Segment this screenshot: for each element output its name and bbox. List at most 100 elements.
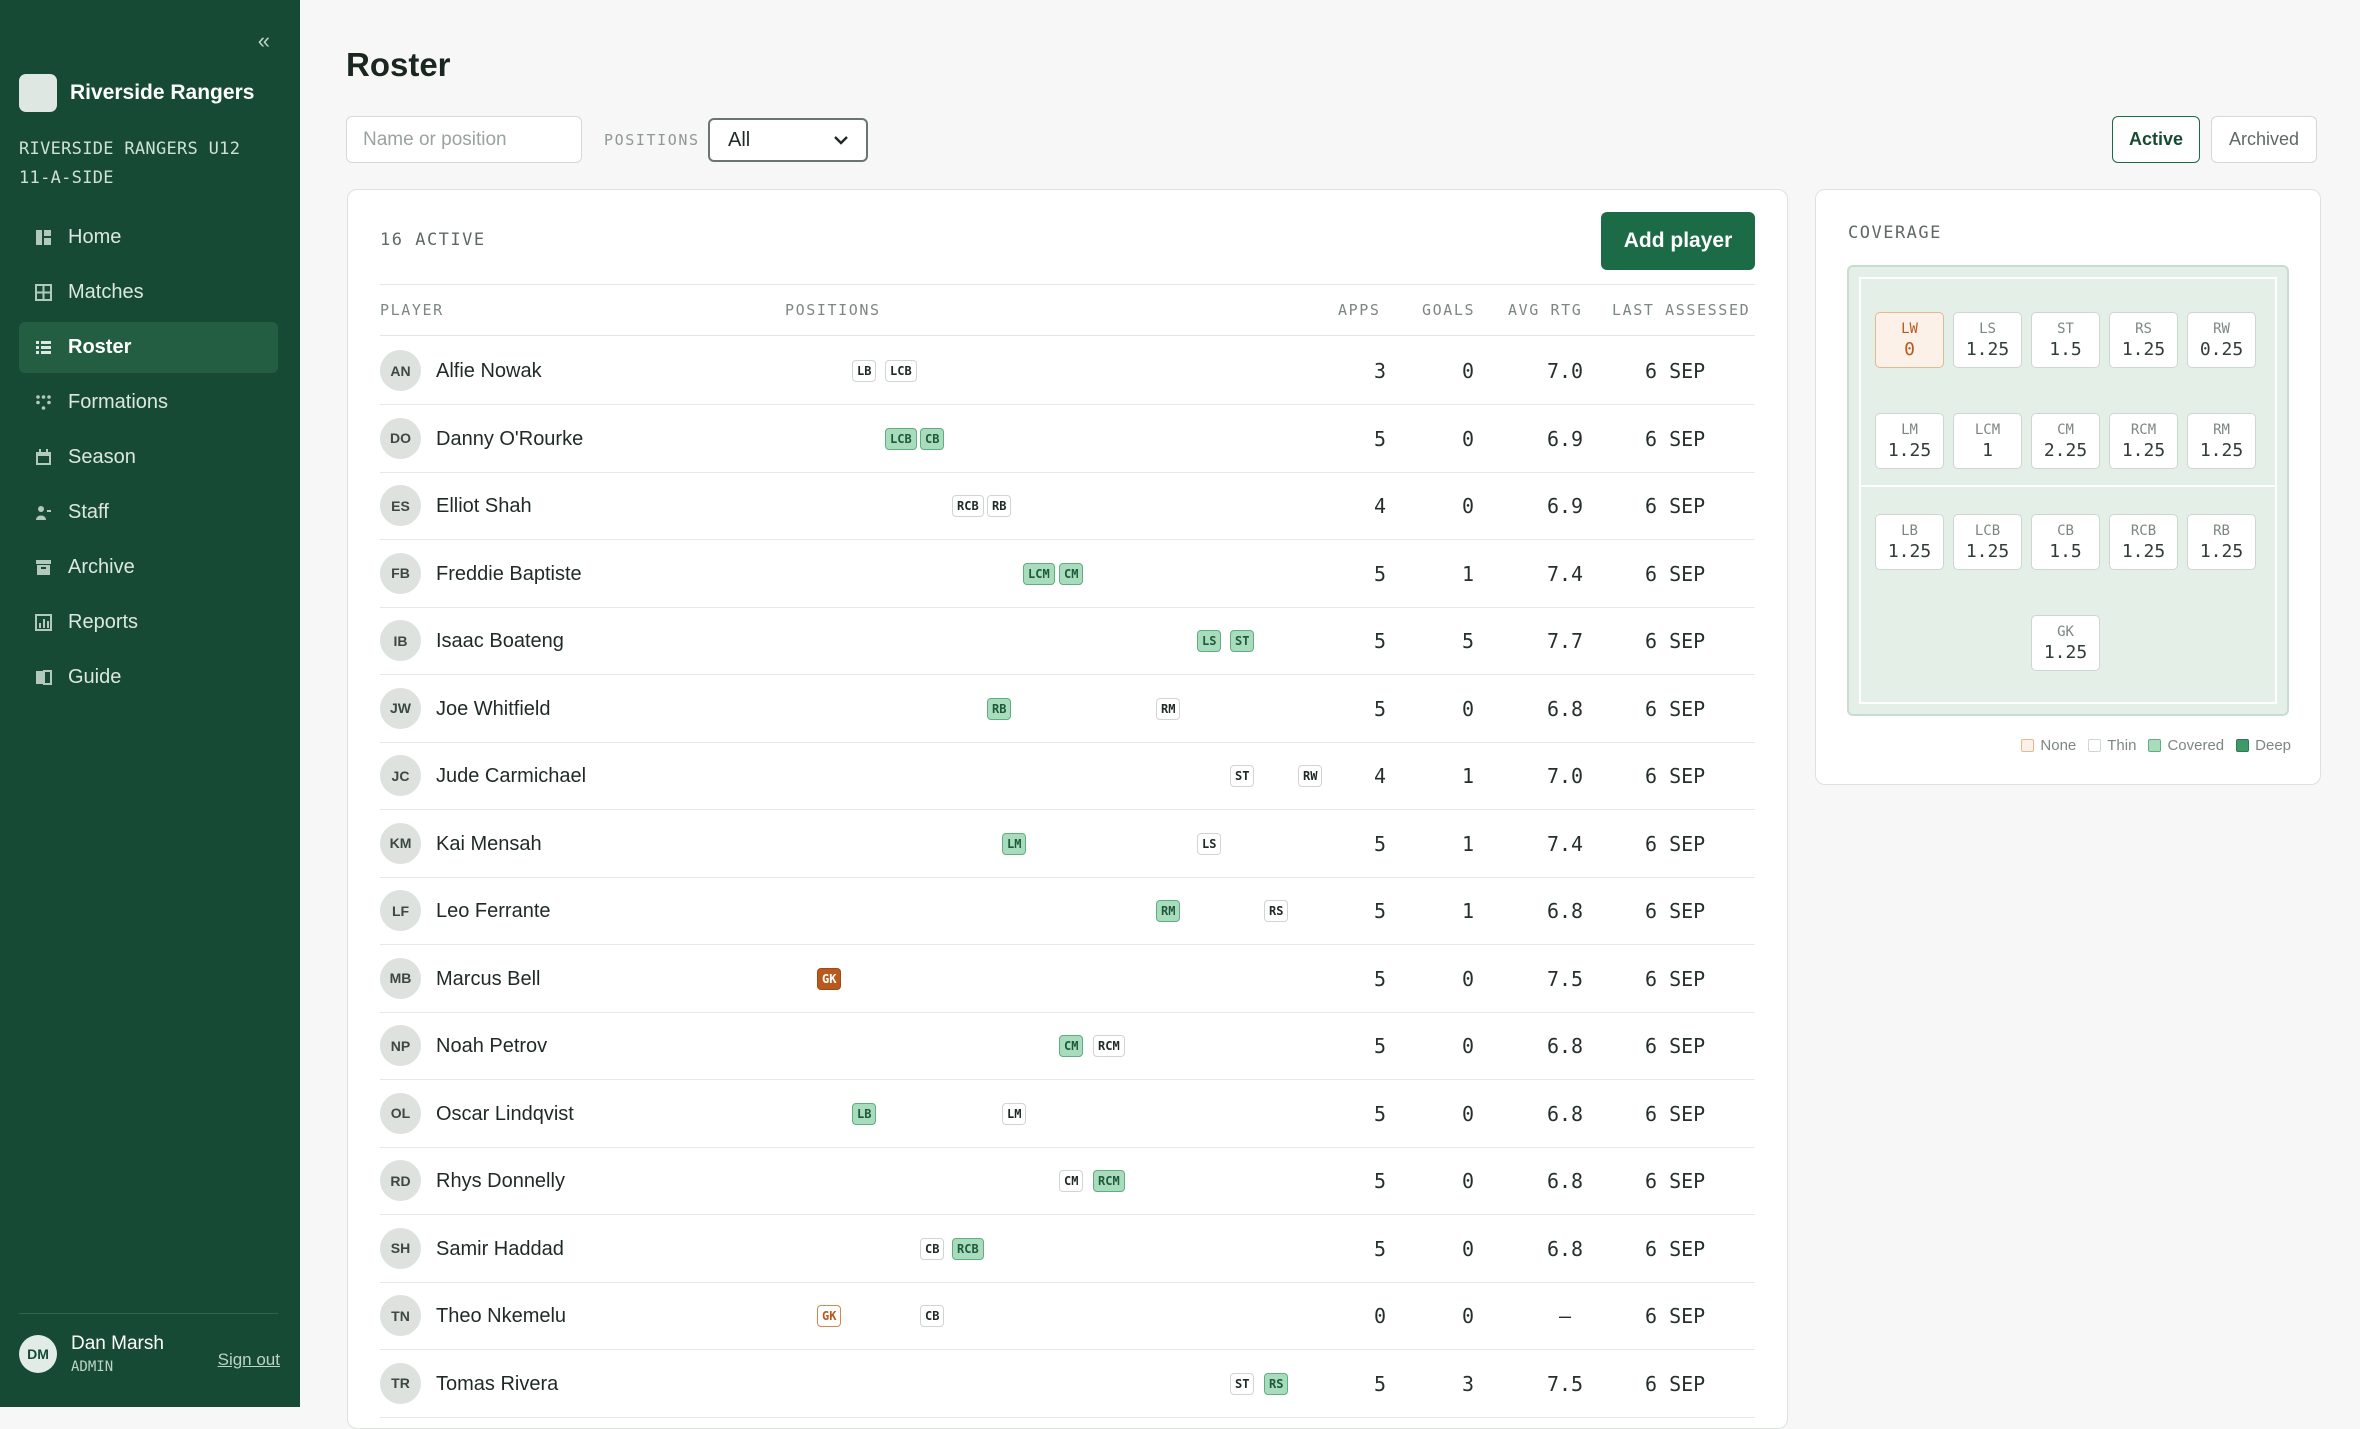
positions-select[interactable]: All [708,118,868,162]
coverage-value: 1.25 [2121,541,2166,562]
player-avatar: JC [380,755,421,796]
coverage-cell-lcm: LCM 1 [1953,413,2022,469]
legend-swatch [2148,739,2162,752]
player-name[interactable]: Elliot Shah [436,495,532,518]
sidebar-item-staff[interactable]: Staff [19,487,278,538]
player-apps: 5 [1373,1169,1387,1193]
sidebar-item-season[interactable]: Season [19,432,278,483]
table-row[interactable]: JW Joe Whitfield RB RM 5 0 6.8 6 SEP [380,675,1755,743]
table-row[interactable]: MB Marcus Bell GK 5 0 7.5 6 SEP [380,945,1755,1013]
player-avatar: JW [380,687,421,729]
player-name[interactable]: Leo Ferrante [436,900,551,923]
legend-label: Thin [2107,737,2137,754]
player-avg-rating: 6.9 [1546,426,1584,451]
player-goals: 1 [1461,561,1475,586]
table-row[interactable]: FB Freddie Baptiste LCM CM 5 1 7.4 6 SEP [380,540,1755,608]
player-avatar: LF [380,890,421,931]
player-name[interactable]: Kai Mensah [436,833,542,856]
player-avg-rating: 6.8 [1546,1101,1584,1126]
player-name[interactable]: Samir Haddad [436,1238,564,1261]
legend-item: Deep [2236,737,2291,754]
coverage-position: LCB [1974,523,2001,539]
player-goals: 0 [1461,426,1475,451]
collapse-sidebar-icon[interactable]: « [258,28,270,54]
player-name[interactable]: Danny O'Rourke [436,428,583,451]
formations-icon [36,395,51,410]
player-avatar: NP [380,1025,421,1066]
player-apps: 5 [1373,966,1387,991]
position-chip-rcm: RCM [1093,1035,1125,1057]
player-name[interactable]: Tomas Rivera [436,1373,558,1396]
sidebar-item-roster[interactable]: Roster [19,322,278,373]
player-name[interactable]: Oscar Lindqvist [436,1103,574,1126]
roster-card: 16 ACTIVE Add player PLAYER POSITIONS AP… [347,189,1788,1429]
table-row[interactable]: RD Rhys Donnelly CM RCM 5 0 6.8 6 SEP [380,1147,1755,1215]
position-chip-rm: RM [1156,697,1181,720]
coverage-position: RS [2135,321,2152,337]
sidebar-item-matches[interactable]: Matches [19,267,278,318]
table-row[interactable]: OL Oscar Lindqvist LB LM 5 0 6.8 6 SEP [380,1080,1755,1148]
sidebar-item-reports[interactable]: Reports [19,597,278,648]
coverage-position: LW [1901,321,1918,337]
brand[interactable]: Riverside Rangers [19,74,254,112]
coverage-cell-lcb: LCB 1.25 [1953,514,2022,570]
player-avg-rating: 7.5 [1546,1371,1584,1396]
search-input[interactable] [346,116,582,163]
player-avg-rating: 7.7 [1546,629,1584,653]
player-name[interactable]: Freddie Baptiste [436,563,582,586]
sidebar-item-formations[interactable]: Formations [19,377,278,428]
player-name[interactable]: Theo Nkemelu [436,1305,566,1328]
coverage-value: 1.5 [2049,339,2082,360]
player-apps: 5 [1373,899,1387,923]
archived-toggle-button[interactable]: Archived [2211,116,2317,163]
position-chip-cm: CM [1059,1035,1084,1057]
column-header-apps: APPS [1338,301,1381,319]
coverage-pitch: LW 0 LS 1.25 ST 1.5 RS 1.25 RW 0.25 LM 1.25 LCM 1 CM 2.… [1847,265,2289,716]
position-chip-rb: RB [987,495,1012,517]
player-name[interactable]: Marcus Bell [436,968,540,991]
player-name[interactable]: Isaac Boateng [436,630,564,653]
table-row[interactable]: IB Isaac Boateng LS ST 5 5 7.7 6 SEP [380,607,1755,675]
player-goals: 1 [1461,764,1475,788]
player-apps: 5 [1373,831,1387,856]
table-row[interactable]: DO Danny O'Rourke LCB CB 5 0 6.9 6 SEP [380,405,1755,473]
sidebar-item-guide[interactable]: Guide [19,652,278,703]
coverage-position: RM [2213,422,2230,438]
add-player-button[interactable]: Add player [1601,212,1755,270]
player-name[interactable]: Rhys Donnelly [436,1170,565,1193]
coverage-legend: None Thin Covered Deep [2021,737,2291,754]
player-last-assessed: 6 SEP [1645,1034,1706,1058]
player-name[interactable]: Alfie Nowak [436,360,542,383]
player-apps: 0 [1373,1304,1387,1328]
player-apps: 5 [1373,1034,1387,1058]
table-row[interactable]: LF Leo Ferrante RM RS 5 1 6.8 6 SEP [380,877,1755,945]
table-row[interactable]: TR Tomas Rivera ST RS 5 3 7.5 6 SEP [380,1350,1755,1418]
player-name[interactable]: Joe Whitfield [436,698,551,721]
header-divider [380,284,1755,285]
table-row[interactable]: NP Noah Petrov CM RCM 5 0 6.8 6 SEP [380,1012,1755,1080]
header-bottom-divider [380,335,1755,336]
player-name[interactable]: Noah Petrov [436,1035,547,1058]
sidebar-item-home[interactable]: Home [19,212,278,263]
player-avatar: KM [380,822,421,864]
table-row[interactable]: KM Kai Mensah LM LS 5 1 7.4 6 SEP [380,810,1755,878]
column-header-last-assessed: LAST ASSESSED [1612,301,1751,319]
player-avg-rating: 6.8 [1546,1236,1584,1261]
table-row[interactable]: TN Theo Nkemelu GK CB 0 0 – 6 SEP [380,1282,1755,1350]
player-name[interactable]: Jude Carmichael [436,765,586,788]
table-row[interactable]: SH Samir Haddad CB RCB 5 0 6.8 6 SEP [380,1215,1755,1283]
player-goals: 1 [1461,831,1475,856]
column-header-player: PLAYER [380,301,444,319]
player-last-assessed: 6 SEP [1645,629,1706,653]
player-avatar: OL [380,1092,421,1134]
position-chip-cb: CB [920,427,945,450]
sign-out-link[interactable]: Sign out [218,1350,280,1370]
table-row[interactable]: AN Alfie Nowak LB LCB 3 0 7.0 6 SEP [380,337,1755,405]
active-toggle-button[interactable]: Active [2112,116,2200,163]
sidebar-item-label: Formations [68,391,169,413]
chevron-down-icon [834,136,848,145]
sidebar-item-archive[interactable]: Archive [19,542,278,593]
table-row[interactable]: ES Elliot Shah RCB RB 4 0 6.9 6 SEP [380,472,1755,540]
table-row[interactable]: JC Jude Carmichael ST RW 4 1 7.0 6 SEP [380,742,1755,810]
user-profile: DM Dan Marsh ADMIN [19,1333,164,1375]
